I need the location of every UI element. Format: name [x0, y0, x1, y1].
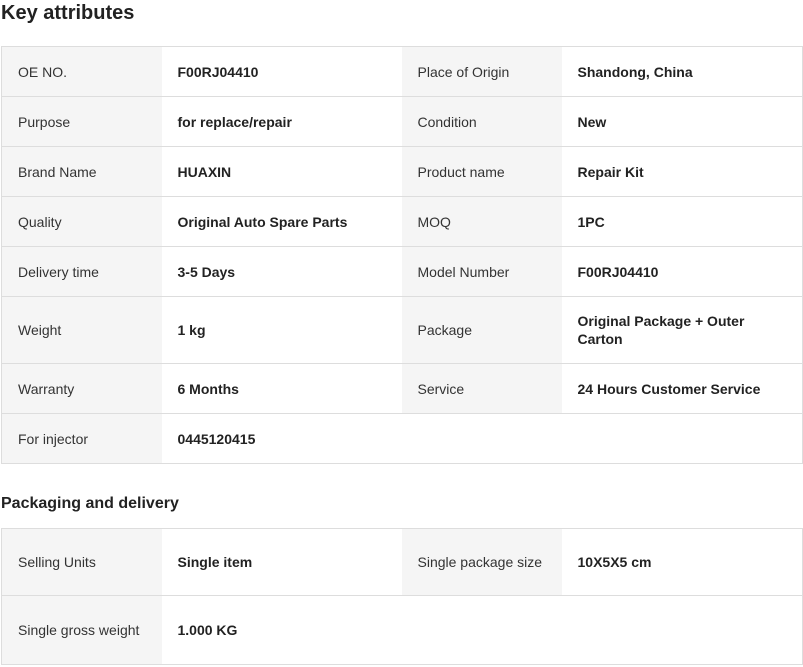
key-attributes-table: OE NO. F00RJ04410 Place of Origin Shando…: [1, 46, 803, 464]
attribute-value: HUAXIN: [161, 146, 402, 197]
packaging-delivery-title: Packaging and delivery: [1, 495, 179, 512]
empty-cell: [401, 595, 562, 665]
attribute-value: Single item: [161, 528, 402, 596]
table-row: Purpose for replace/repair Condition New: [1, 96, 803, 147]
attribute-label: Place of Origin: [401, 46, 562, 97]
attribute-value: 0445120415: [161, 413, 402, 464]
attribute-value: for replace/repair: [161, 96, 402, 147]
attribute-label: Delivery time: [1, 246, 162, 297]
table-row: Delivery time 3-5 Days Model Number F00R…: [1, 246, 803, 297]
attribute-label: Purpose: [1, 96, 162, 147]
table-row: Selling Units Single item Single package…: [1, 528, 803, 596]
attribute-label: Single package size: [401, 528, 562, 596]
attribute-label: Service: [401, 363, 562, 414]
table-row: Brand Name HUAXIN Product name Repair Ki…: [1, 146, 803, 197]
attribute-value: 1.000 KG: [161, 595, 402, 665]
key-attributes-title: Key attributes: [1, 2, 135, 24]
table-row: Warranty 6 Months Service 24 Hours Custo…: [1, 363, 803, 414]
attribute-value: F00RJ04410: [561, 246, 803, 297]
attribute-value: 1 kg: [161, 296, 402, 364]
packaging-delivery-table: Selling Units Single item Single package…: [1, 528, 803, 665]
attribute-value: Shandong, China: [561, 46, 803, 97]
attribute-value: New: [561, 96, 803, 147]
attribute-label: Quality: [1, 196, 162, 247]
attribute-label: OE NO.: [1, 46, 162, 97]
attribute-value: 10X5X5 cm: [561, 528, 803, 596]
table-row: Weight 1 kg Package Original Package + O…: [1, 296, 803, 364]
attribute-value: 24 Hours Customer Service: [561, 363, 803, 414]
attribute-label: Weight: [1, 296, 162, 364]
attribute-value: 1PC: [561, 196, 803, 247]
empty-cell: [561, 595, 803, 665]
attribute-label: MOQ: [401, 196, 562, 247]
attribute-value: 6 Months: [161, 363, 402, 414]
empty-cell: [561, 413, 803, 464]
attribute-value: F00RJ04410: [161, 46, 402, 97]
attribute-label: Brand Name: [1, 146, 162, 197]
attribute-label: Package: [401, 296, 562, 364]
attribute-label: Model Number: [401, 246, 562, 297]
attribute-label: Condition: [401, 96, 562, 147]
attribute-label: For injector: [1, 413, 162, 464]
attribute-value: Original Auto Spare Parts: [161, 196, 402, 247]
table-row: OE NO. F00RJ04410 Place of Origin Shando…: [1, 46, 803, 97]
attribute-label: Product name: [401, 146, 562, 197]
attribute-label: Single gross weight: [1, 595, 162, 665]
table-row: For injector 0445120415: [1, 413, 803, 464]
empty-cell: [401, 413, 562, 464]
table-row: Single gross weight 1.000 KG: [1, 595, 803, 665]
attribute-label: Selling Units: [1, 528, 162, 596]
attribute-value: Repair Kit: [561, 146, 803, 197]
table-row: Quality Original Auto Spare Parts MOQ 1P…: [1, 196, 803, 247]
attribute-value: Original Package + Outer Carton: [561, 296, 803, 364]
attribute-value: 3-5 Days: [161, 246, 402, 297]
attribute-label: Warranty: [1, 363, 162, 414]
